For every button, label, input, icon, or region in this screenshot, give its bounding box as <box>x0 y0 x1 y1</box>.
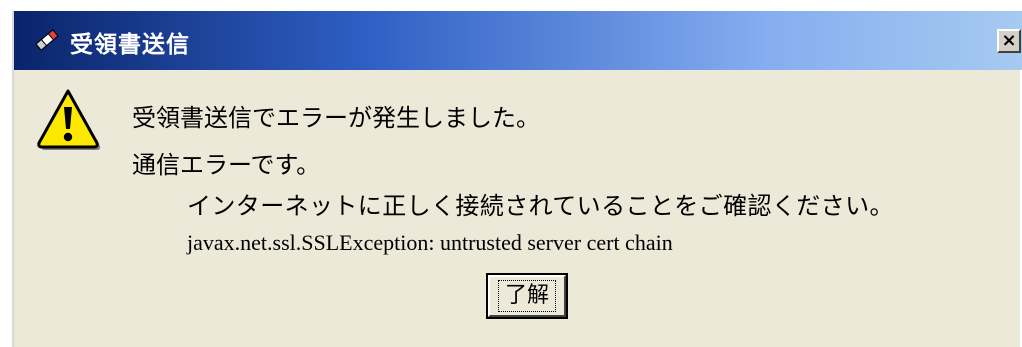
pencil-eraser-icon <box>34 28 60 52</box>
error-dialog: 受領書送信 × 受領書送信でエラーが発生しました。 通信エラーです。 インターネ… <box>12 11 1022 347</box>
ok-button[interactable]: 了解 <box>488 275 566 317</box>
exception-detail: javax.net.ssl.SSLException: untrusted se… <box>187 230 673 255</box>
window-title: 受領書送信 <box>70 32 190 58</box>
error-message-line-3: インターネットに正しく接続されていることをご確認ください。 <box>187 192 894 220</box>
close-button[interactable]: × <box>997 29 1021 53</box>
close-icon: × <box>1001 30 1017 51</box>
warning-icon <box>34 85 102 153</box>
ok-button-label: 了解 <box>497 280 556 312</box>
error-message-line-2: 通信エラーです。 <box>132 151 321 179</box>
title-bar[interactable]: 受領書送信 × <box>14 11 1022 70</box>
error-message-line-1: 受領書送信でエラーが発生しました。 <box>132 104 540 132</box>
